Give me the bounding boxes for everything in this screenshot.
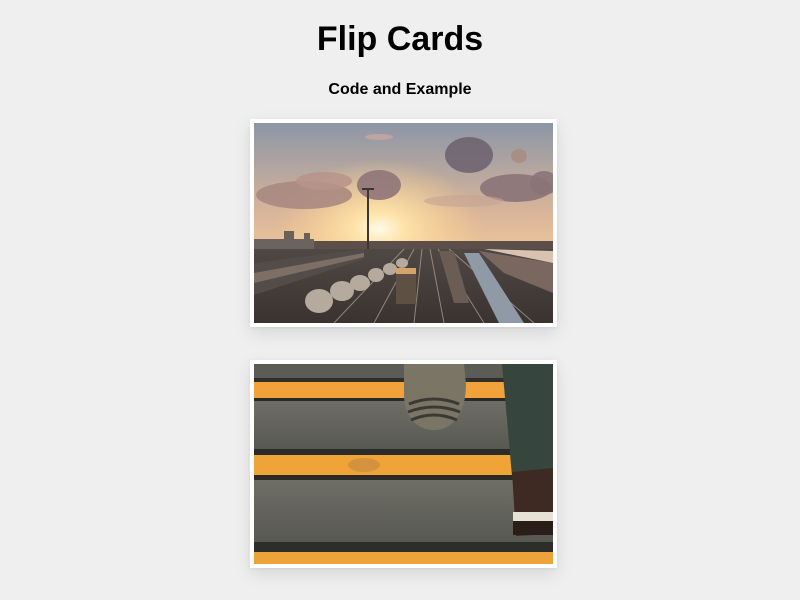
page-title: Flip Cards: [316, 20, 484, 58]
card-image-stairs: [254, 364, 553, 564]
flip-card-2[interactable]: [250, 360, 557, 568]
flip-card-1[interactable]: [250, 119, 557, 327]
page: Flip Cards Code and Example: [0, 0, 800, 600]
card-image-rail-yard: [254, 123, 553, 323]
page-subtitle: Code and Example: [328, 81, 472, 98]
